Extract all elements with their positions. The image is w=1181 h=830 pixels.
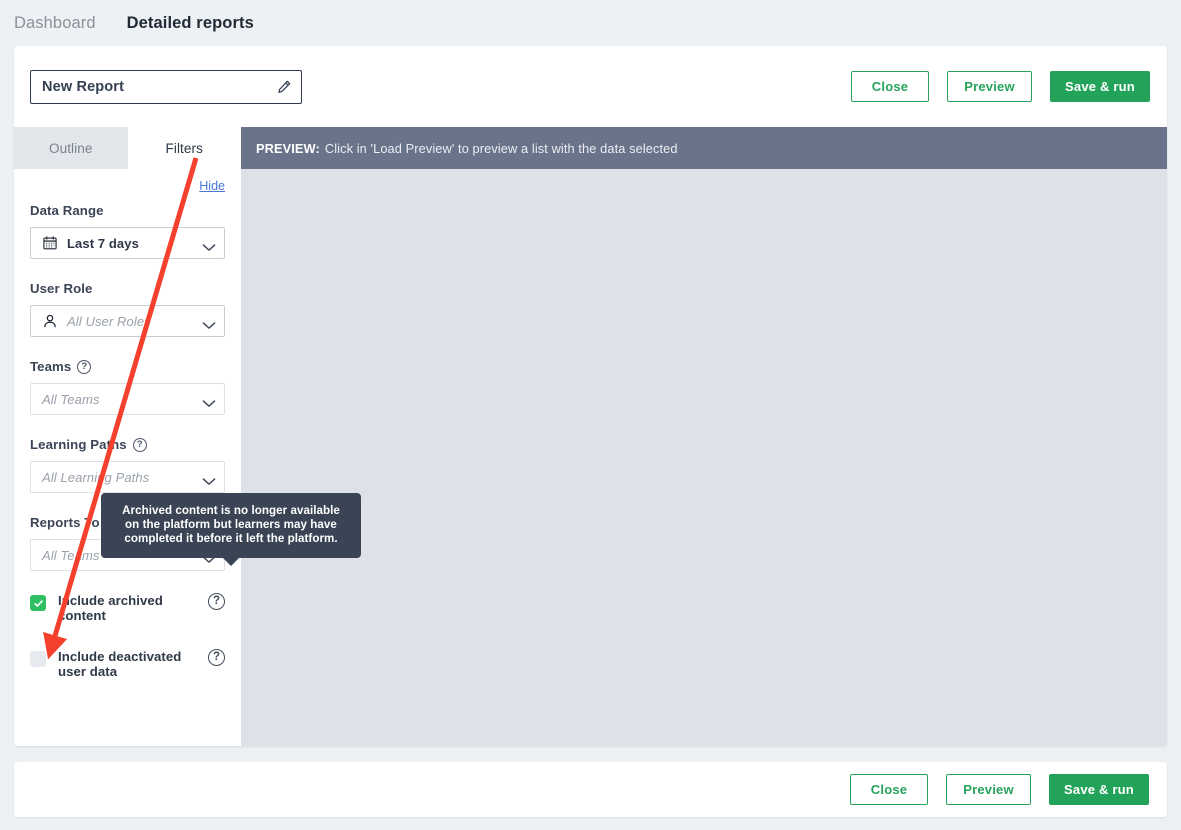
pencil-icon[interactable]: [276, 79, 292, 95]
data-range-value: Last 7 days: [67, 235, 139, 251]
field-learning-paths: Learning Paths ? All Learning Paths: [30, 437, 225, 493]
archived-content-tooltip: Archived content is no longer available …: [101, 493, 361, 566]
preview-panel: PREVIEW: Click in 'Load Preview' to prev…: [241, 127, 1167, 746]
nav-item-dashboard[interactable]: Dashboard: [14, 14, 96, 33]
preview-button-bottom[interactable]: Preview: [946, 774, 1031, 805]
learning-paths-select[interactable]: All Learning Paths: [30, 461, 225, 493]
teams-value: All Teams: [42, 391, 100, 407]
field-teams: Teams ? All Teams: [30, 359, 225, 415]
preview-banner-label: PREVIEW:: [256, 140, 320, 156]
chevron-down-icon: [202, 239, 216, 251]
header-action-buttons: Close Preview Save & run: [851, 71, 1151, 102]
question-icon[interactable]: ?: [208, 593, 225, 610]
question-icon[interactable]: ?: [132, 437, 147, 452]
tab-filters[interactable]: Filters: [127, 127, 241, 169]
chevron-down-icon: [202, 395, 216, 407]
report-builder-card: New Report Close Preview Save & run Outl…: [14, 46, 1167, 746]
filters-body: Hide Data Range Last 7 days User Role Al…: [14, 169, 241, 679]
footer-action-buttons: Close Preview Save & run: [850, 774, 1150, 805]
save-and-run-button-top[interactable]: Save & run: [1050, 71, 1150, 102]
label-user-role-text: User Role: [30, 281, 93, 296]
hide-link[interactable]: Hide: [199, 179, 225, 193]
user-role-value: All User Roles: [67, 313, 151, 329]
teams-select[interactable]: All Teams: [30, 383, 225, 415]
top-navigation: Dashboard Detailed reports: [0, 0, 1181, 46]
preview-button-top[interactable]: Preview: [947, 71, 1032, 102]
label-teams: Teams ?: [30, 359, 225, 374]
label-data-range: Data Range: [30, 203, 225, 218]
chevron-down-icon: [202, 473, 216, 485]
field-data-range: Data Range Last 7 days: [30, 203, 225, 259]
preview-empty-area: [241, 169, 1167, 746]
include-archived-label: Include archived content: [58, 593, 163, 623]
chevron-down-icon: [202, 317, 216, 329]
close-button-bottom[interactable]: Close: [850, 774, 928, 805]
preview-banner: PREVIEW: Click in 'Load Preview' to prev…: [241, 127, 1167, 169]
include-deactivated-checkbox[interactable]: [30, 651, 46, 667]
builder-body: Outline Filters Hide Data Range Last 7 d…: [14, 127, 1167, 746]
save-and-run-button-bottom[interactable]: Save & run: [1049, 774, 1149, 805]
label-learning-paths: Learning Paths ?: [30, 437, 225, 452]
label-data-range-text: Data Range: [30, 203, 104, 218]
data-range-select[interactable]: Last 7 days: [30, 227, 225, 259]
close-button-top[interactable]: Close: [851, 71, 929, 102]
preview-banner-text: Click in 'Load Preview' to preview a lis…: [324, 140, 678, 156]
learning-paths-value: All Learning Paths: [42, 469, 150, 485]
label-user-role: User Role: [30, 281, 225, 296]
person-icon: [42, 313, 58, 329]
row-include-archived-content: Include archived content ?: [30, 593, 225, 623]
nav-item-detailed-reports[interactable]: Detailed reports: [127, 14, 254, 33]
include-archived-checkbox[interactable]: [30, 595, 46, 611]
include-deactivated-label: Include deactivated user data: [58, 649, 182, 679]
report-title-value: New Report: [42, 78, 125, 95]
filters-panel: Outline Filters Hide Data Range Last 7 d…: [14, 127, 241, 746]
user-role-select[interactable]: All User Roles: [30, 305, 225, 337]
tab-outline[interactable]: Outline: [14, 127, 128, 169]
question-icon[interactable]: ?: [77, 359, 92, 374]
question-icon[interactable]: ?: [208, 649, 225, 666]
label-reports-to-text: Reports To: [30, 515, 100, 530]
hide-row: Hide: [30, 169, 225, 203]
label-teams-text: Teams: [30, 359, 72, 374]
tooltip-text: Archived content is no longer available …: [122, 504, 340, 545]
panel-tabs: Outline Filters: [14, 127, 241, 169]
row-include-deactivated-user-data: Include deactivated user data ?: [30, 649, 225, 679]
report-header: New Report Close Preview Save & run: [14, 46, 1167, 127]
field-user-role: User Role All User Roles: [30, 281, 225, 337]
label-learning-paths-text: Learning Paths: [30, 437, 127, 452]
footer-action-bar: Close Preview Save & run: [14, 762, 1167, 817]
calendar-icon: [42, 235, 58, 251]
report-title-input[interactable]: New Report: [30, 69, 302, 104]
